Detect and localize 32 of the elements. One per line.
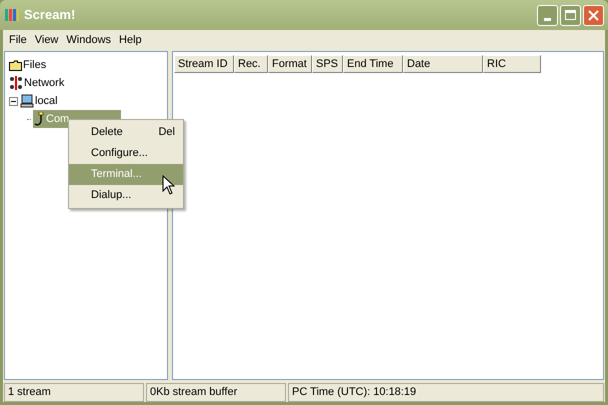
context-menu-item[interactable]: Delete Del	[69, 122, 183, 143]
context-menu-item[interactable]: Dialup...	[69, 185, 183, 206]
column-header[interactable]: End Time	[343, 55, 403, 73]
menu-item[interactable]: View	[30, 32, 62, 49]
plug-icon	[33, 112, 45, 126]
column-header[interactable]: Format	[268, 55, 312, 73]
status-field: 0Kb stream buffer	[146, 382, 286, 402]
tree-item[interactable]: Files	[9, 56, 98, 74]
window-title: Scream!	[24, 6, 76, 24]
context-menu-item[interactable]: Configure...	[69, 143, 183, 164]
column-header[interactable]: Date	[403, 55, 483, 73]
column-header[interactable]: Stream ID	[174, 55, 234, 73]
app-icon	[4, 7, 20, 23]
maximize-button[interactable]	[560, 4, 581, 26]
mouse-cursor-icon	[162, 175, 175, 195]
status-field: 1 stream	[4, 382, 144, 402]
column-header[interactable]: SPS	[312, 55, 343, 73]
column-header[interactable]: Rec.	[234, 55, 268, 73]
collapse-icon[interactable]	[9, 96, 18, 106]
tree-item[interactable]: local	[20, 92, 110, 110]
tree-item[interactable]: Network	[9, 74, 116, 92]
menu-item[interactable]: File	[5, 32, 31, 49]
close-icon	[588, 10, 599, 20]
minimize-button[interactable]	[537, 4, 558, 26]
menu-item[interactable]: Help	[115, 32, 146, 49]
computer-icon	[20, 94, 34, 108]
folder-icon	[9, 60, 22, 70]
status-field: PC Time (UTC): 10:18:19	[288, 382, 604, 402]
close-button[interactable]	[583, 4, 604, 26]
menu-item[interactable]: Windows	[62, 32, 116, 49]
column-header[interactable]: RIC	[483, 55, 541, 73]
network-icon	[9, 76, 23, 90]
